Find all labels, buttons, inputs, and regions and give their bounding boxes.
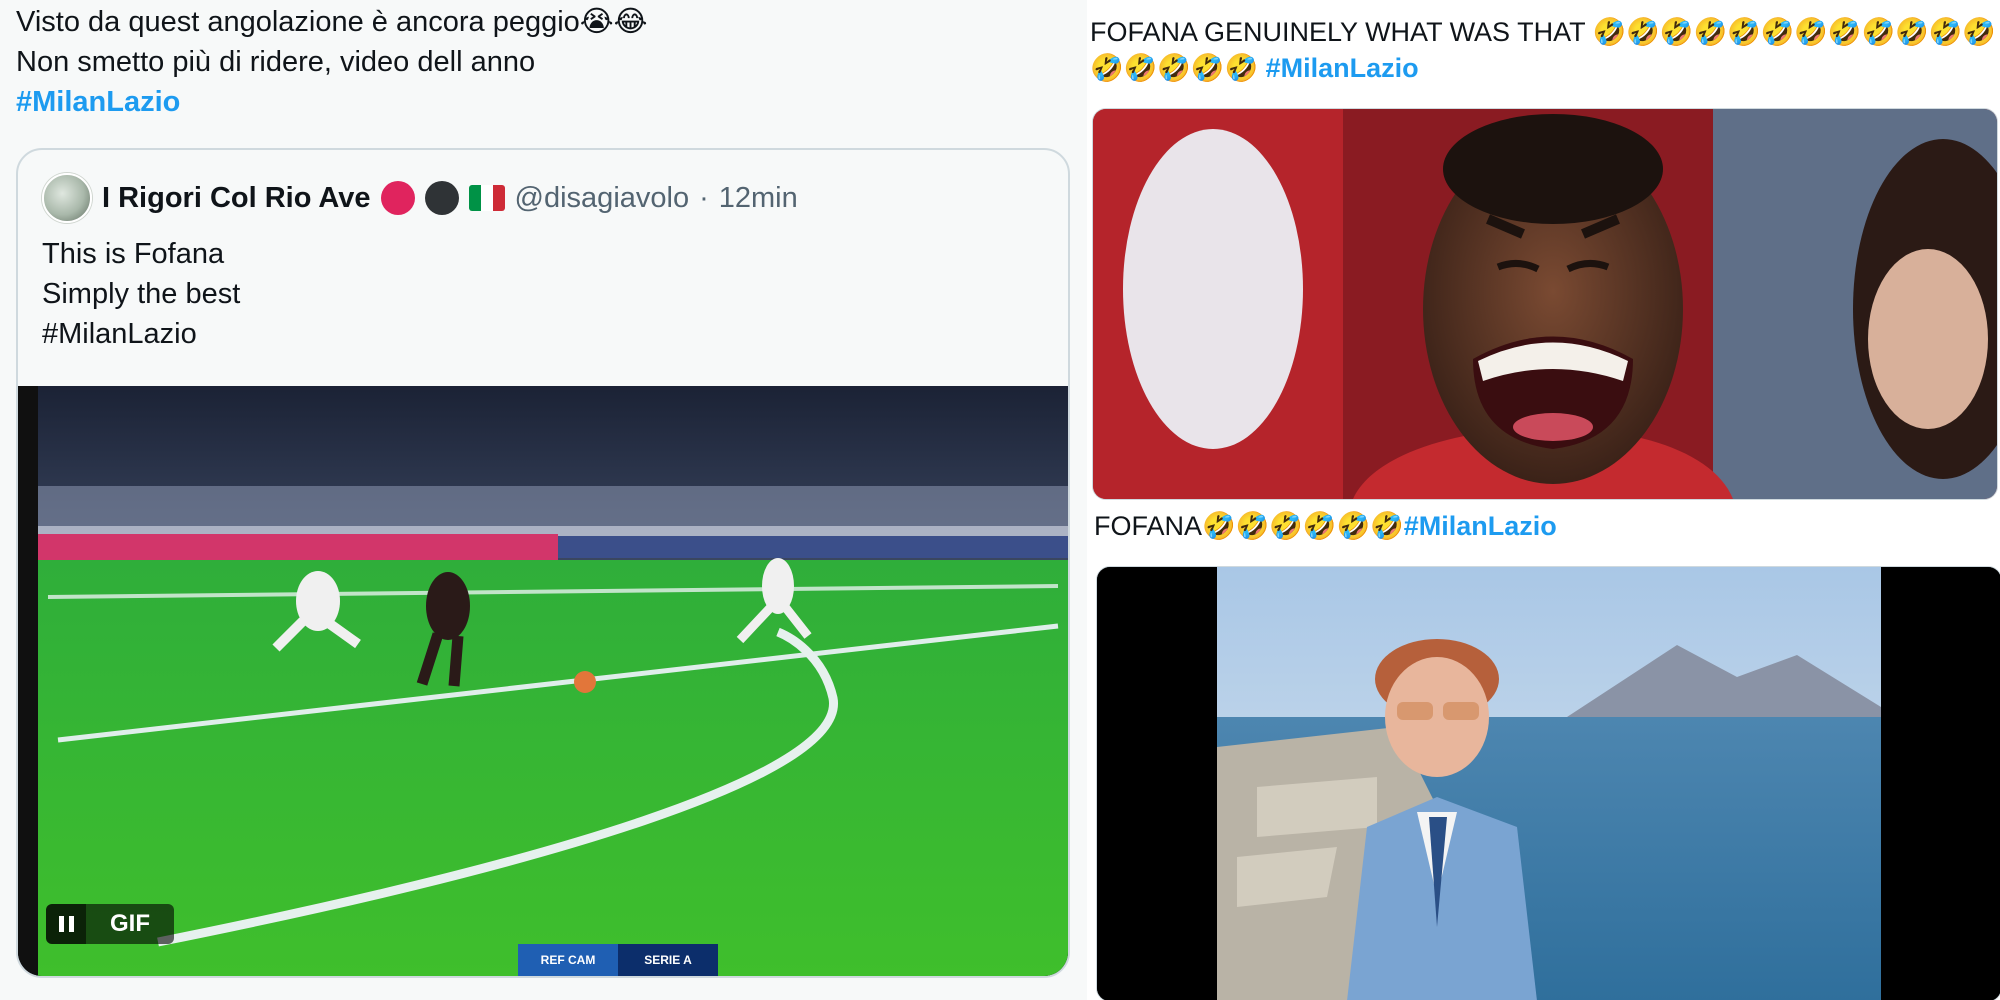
- italy-flag-icon: [468, 185, 505, 211]
- right-top-tweet-text: FOFANA GENUINELY WHAT WAS THAT 🤣🤣🤣🤣🤣🤣🤣🤣🤣…: [1090, 14, 1997, 86]
- right-bottom-tweet-text: FOFANA🤣🤣🤣🤣🤣🤣#MilanLazio: [1094, 508, 1557, 544]
- quote-text-line-2: Simply the best: [42, 278, 241, 310]
- hashtag-link[interactable]: #MilanLazio: [1266, 53, 1419, 83]
- meta-separator: ·: [699, 181, 709, 214]
- tv-scoreboard: REF CAM SERIE A: [518, 944, 718, 976]
- tv-presenter-gif[interactable]: [1096, 566, 2000, 1000]
- tweet-text-line-2: Non smetto più di ridere, video dell ann…: [16, 46, 536, 78]
- quoted-tweet-header: I Rigori Col Rio Ave @disagiavolo · 12mi…: [42, 173, 798, 223]
- right-tweets-panel: FOFANA GENUINELY WHAT WAS THAT 🤣🤣🤣🤣🤣🤣🤣🤣🤣…: [1090, 0, 2000, 1000]
- red-circle-icon: [380, 181, 415, 215]
- gif-media[interactable]: GIF REF CAM SERIE A: [18, 386, 1068, 976]
- pause-icon[interactable]: [46, 904, 86, 944]
- laughing-man-frame: [1093, 109, 1997, 499]
- left-tweet-panel: Visto da quest angolazione è ancora pegg…: [0, 0, 1087, 1000]
- quote-text-line-1: This is Fofana: [42, 238, 225, 270]
- tweet-text-line-1: Visto da quest angolazione è ancora pegg…: [16, 6, 648, 38]
- display-name[interactable]: I Rigori Col Rio Ave: [102, 182, 371, 215]
- user-handle[interactable]: @disagiavolo: [515, 182, 690, 215]
- quote-hashtag[interactable]: #MilanLazio: [42, 314, 240, 354]
- tv-presenter-frame: [1097, 567, 2000, 1000]
- quoted-tweet-card[interactable]: I Rigori Col Rio Ave @disagiavolo · 12mi…: [16, 148, 1070, 978]
- scoreboard-left: REF CAM: [518, 944, 618, 976]
- gif-label: GIF: [86, 904, 174, 944]
- right-bottom-text: FOFANA🤣🤣🤣🤣🤣🤣: [1094, 511, 1404, 541]
- hashtag-link[interactable]: #MilanLazio: [1404, 511, 1557, 541]
- right-top-emoji-run: 🤣🤣🤣🤣🤣: [1090, 53, 1259, 83]
- right-top-text-line-1: FOFANA GENUINELY WHAT WAS THAT 🤣🤣🤣🤣🤣🤣🤣🤣🤣…: [1090, 17, 1997, 47]
- laughing-man-gif[interactable]: [1092, 108, 1998, 500]
- hashtag-link[interactable]: #MilanLazio: [16, 82, 648, 122]
- black-circle-icon: [424, 181, 459, 215]
- quoted-tweet-body: This is Fofana Simply the best #MilanLaz…: [42, 234, 240, 354]
- avatar-icon[interactable]: [42, 173, 92, 223]
- left-tweet-text: Visto da quest angolazione è ancora pegg…: [16, 2, 648, 122]
- football-pitch-gif-frame: [18, 386, 1068, 976]
- right-top-text-line-2: 🤣🤣🤣🤣🤣 #MilanLazio: [1090, 50, 1995, 86]
- timestamp[interactable]: 12min: [719, 182, 798, 215]
- scoreboard-right: SERIE A: [618, 944, 718, 976]
- gif-badge[interactable]: GIF: [46, 904, 174, 944]
